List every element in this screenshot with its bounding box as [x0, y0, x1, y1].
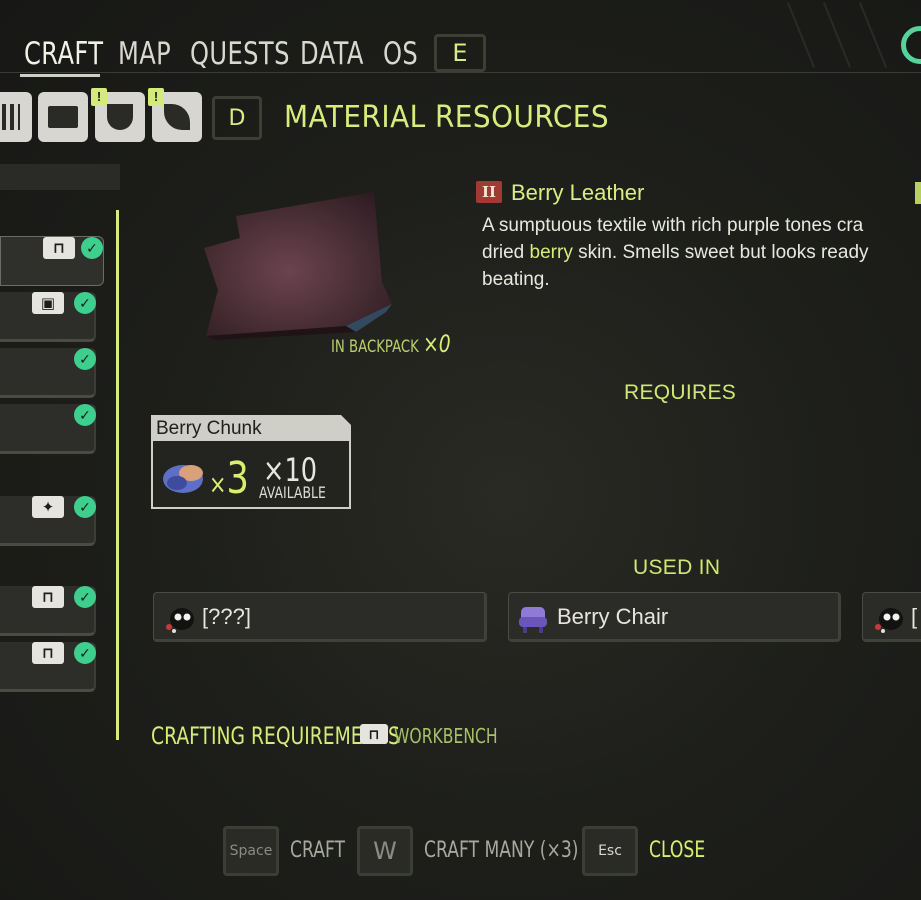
workbench-icon [48, 106, 78, 128]
tab-map[interactable]: MAP [118, 36, 171, 72]
used-in-label: [???] [202, 604, 251, 629]
list-item[interactable]: ⊓ ✓ [0, 236, 104, 286]
crafting-station-label: WORKBENCH [394, 724, 498, 748]
top-nav: CRAFT MAP QUESTS DATA OS E [0, 28, 921, 80]
used-in-label: Berry Chair [557, 604, 669, 629]
workbench-icon: ⊓ [32, 586, 64, 608]
alert-badge: ! [91, 88, 107, 106]
prev-category-key[interactable]: D [212, 96, 262, 140]
workbench-icon: ⊓ [43, 237, 75, 259]
list-item[interactable]: ⊓ ✓ [0, 586, 96, 636]
requires-heading: REQUIRES [624, 381, 737, 404]
check-icon: ✓ [74, 292, 96, 314]
requirement-name: Berry Chunk [151, 415, 351, 443]
section-title: MATERIAL RESOURCES [284, 100, 610, 135]
requirement-have-value: 3 [226, 453, 249, 504]
requirement-available-label: AVAILABLE [259, 483, 326, 502]
prev-category-key-label: D [228, 105, 246, 131]
in-backpack-label: IN BACKPACK [331, 337, 419, 357]
tab-craft[interactable]: CRAFT [24, 36, 103, 72]
in-backpack-count: IN BACKPACK ×0 [331, 330, 451, 358]
scaffold-icon [0, 104, 20, 130]
desc-highlight: berry [529, 242, 573, 263]
used-in-card[interactable]: Berry Chair [508, 592, 841, 642]
next-tab-key[interactable]: E [434, 34, 486, 72]
list-item[interactable]: ✓ [0, 404, 96, 454]
close-action-label[interactable]: CLOSE [649, 838, 705, 863]
close-key[interactable]: Esc [582, 826, 638, 876]
tab-quests[interactable]: QUESTS [190, 36, 290, 72]
craft-key[interactable]: Space [223, 826, 279, 876]
list-scrollbar[interactable] [116, 210, 119, 740]
requirement-card[interactable]: Berry Chunk ×3 ×10 AVAILABLE [151, 415, 351, 509]
desc-line: A sumptuous textile with rich purple ton… [482, 215, 864, 236]
list-item[interactable]: ⊓ ✓ [0, 642, 96, 692]
desc-line: beating. [482, 269, 550, 290]
active-tab-underline [20, 74, 100, 77]
desc-text: skin. Smells sweet but looks ready [572, 242, 869, 263]
used-in-label: [ [911, 604, 918, 629]
station-icon: ▣ [32, 292, 64, 314]
craft-action-label[interactable]: CRAFT [290, 838, 345, 863]
side-badge [915, 182, 921, 204]
workbench-icon: ⊓ [32, 642, 64, 664]
list-item[interactable]: ▣ ✓ [0, 292, 96, 342]
tab-data[interactable]: DATA [300, 36, 364, 72]
used-in-card[interactable]: [???] [153, 592, 487, 642]
berry-chunk-icon [163, 465, 203, 493]
selected-category-arrow [194, 109, 200, 125]
used-in-heading: USED IN [633, 556, 721, 579]
unknown-creature-icon [166, 608, 194, 633]
workbench-icon: ⊓ [360, 724, 388, 744]
check-icon: ✓ [74, 642, 96, 664]
list-filter-bar[interactable] [0, 164, 120, 190]
used-in-card[interactable]: [ [862, 592, 921, 642]
desc-line: dried berry skin. Smells sweet but looks… [482, 239, 921, 266]
craft-many-action-label[interactable]: CRAFT MANY (×3) [424, 838, 578, 863]
item-description: A sumptuous textile with rich purple ton… [482, 212, 921, 293]
list-item[interactable]: ✓ [0, 348, 96, 398]
list-item[interactable]: ✦ ✓ [0, 496, 96, 546]
tab-os[interactable]: OS [383, 36, 418, 72]
category-workbench[interactable] [38, 92, 88, 142]
category-building[interactable] [0, 92, 32, 142]
check-icon: ✓ [74, 496, 96, 518]
alert-badge: ! [148, 88, 164, 106]
berry-chair-icon [519, 607, 547, 633]
creature-face-icon [107, 104, 133, 130]
item-name: Berry Leather [511, 180, 645, 205]
craft-many-key[interactable]: W [357, 826, 413, 876]
check-icon: ✓ [81, 237, 103, 259]
times-sign: × [209, 470, 227, 500]
close-key-label: Esc [598, 843, 622, 859]
unknown-creature-icon [875, 608, 903, 633]
tool-icon: ✦ [32, 496, 64, 518]
craft-key-label: Space [229, 843, 273, 859]
berry-leather-image [204, 192, 392, 340]
nav-divider [0, 72, 921, 73]
desc-text: dried [482, 242, 530, 263]
craft-many-key-label: W [373, 837, 397, 865]
next-tab-key-label: E [452, 39, 468, 67]
check-icon: ✓ [74, 404, 96, 426]
check-icon: ✓ [74, 348, 96, 370]
leaf-icon [164, 104, 190, 130]
check-icon: ✓ [74, 586, 96, 608]
requirement-have: ×3 [209, 457, 249, 507]
in-backpack-value: ×0 [423, 330, 451, 358]
category-creatures[interactable]: ! [91, 88, 145, 142]
tier-badge: II [476, 181, 502, 203]
